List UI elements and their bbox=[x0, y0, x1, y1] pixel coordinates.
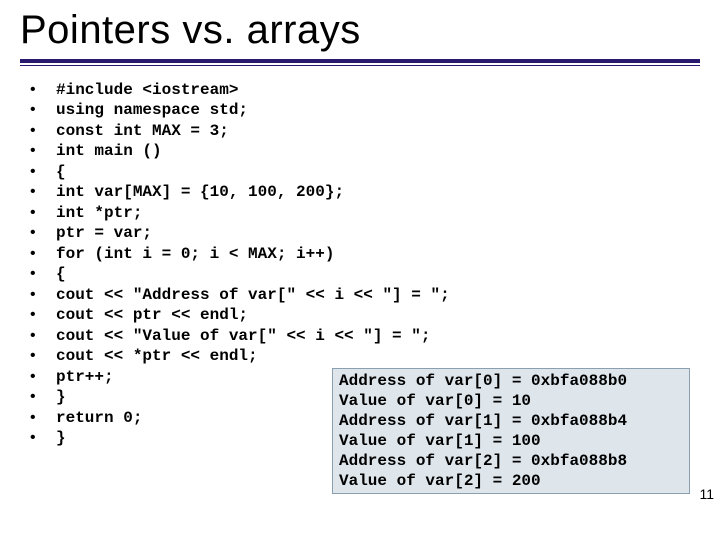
bullet-icon: • bbox=[30, 223, 56, 243]
slide-title: Pointers vs. arrays bbox=[20, 8, 700, 53]
code-row: •cout << "Value of var[" << i << "] = "; bbox=[30, 326, 690, 346]
bullet-icon: • bbox=[30, 100, 56, 120]
bullet-icon: • bbox=[30, 182, 56, 202]
bullet-icon: • bbox=[30, 162, 56, 182]
bullet-icon: • bbox=[30, 408, 56, 428]
bullet-icon: • bbox=[30, 203, 56, 223]
bullet-icon: • bbox=[30, 244, 56, 264]
output-line: Value of var[2] = 200 bbox=[339, 471, 683, 491]
page-number: 11 bbox=[699, 486, 714, 502]
code-row: •int *ptr; bbox=[30, 203, 690, 223]
code-row: •#include <iostream> bbox=[30, 80, 690, 100]
bullet-icon: • bbox=[30, 285, 56, 305]
code-text: ptr++; bbox=[56, 367, 114, 387]
code-text: return 0; bbox=[56, 408, 142, 428]
code-text: } bbox=[56, 428, 66, 448]
code-text: cout << *ptr << endl; bbox=[56, 346, 258, 366]
code-text: { bbox=[56, 264, 66, 284]
code-text: int *ptr; bbox=[56, 203, 142, 223]
bullet-icon: • bbox=[30, 326, 56, 346]
code-text: int var[MAX] = {10, 100, 200}; bbox=[56, 182, 344, 202]
bullet-icon: • bbox=[30, 367, 56, 387]
title-underline-thick bbox=[20, 59, 700, 63]
bullet-icon: • bbox=[30, 80, 56, 100]
code-row: •{ bbox=[30, 162, 690, 182]
code-row: •int var[MAX] = {10, 100, 200}; bbox=[30, 182, 690, 202]
code-row: •{ bbox=[30, 264, 690, 284]
code-text: for (int i = 0; i < MAX; i++) bbox=[56, 244, 334, 264]
code-text: #include <iostream> bbox=[56, 80, 238, 100]
code-row: •cout << "Address of var[" << i << "] = … bbox=[30, 285, 690, 305]
code-text: cout << "Value of var[" << i << "] = "; bbox=[56, 326, 430, 346]
bullet-icon: • bbox=[30, 141, 56, 161]
output-line: Address of var[2] = 0xbfa088b8 bbox=[339, 451, 683, 471]
code-text: { bbox=[56, 162, 66, 182]
bullet-icon: • bbox=[30, 305, 56, 325]
output-line: Value of var[1] = 100 bbox=[339, 431, 683, 451]
title-wrap: Pointers vs. arrays bbox=[0, 0, 720, 53]
code-row: •int main () bbox=[30, 141, 690, 161]
bullet-icon: • bbox=[30, 121, 56, 141]
code-row: •using namespace std; bbox=[30, 100, 690, 120]
output-line: Value of var[0] = 10 bbox=[339, 391, 683, 411]
code-text: } bbox=[56, 387, 66, 407]
output-line: Address of var[0] = 0xbfa088b0 bbox=[339, 371, 683, 391]
code-text: const int MAX = 3; bbox=[56, 121, 229, 141]
code-row: •const int MAX = 3; bbox=[30, 121, 690, 141]
output-list: Address of var[0] = 0xbfa088b0Value of v… bbox=[339, 371, 683, 491]
code-text: int main () bbox=[56, 141, 162, 161]
bullet-icon: • bbox=[30, 428, 56, 448]
code-text: cout << "Address of var[" << i << "] = "… bbox=[56, 285, 450, 305]
code-text: using namespace std; bbox=[56, 100, 248, 120]
bullet-icon: • bbox=[30, 387, 56, 407]
bullet-icon: • bbox=[30, 264, 56, 284]
code-row: •ptr = var; bbox=[30, 223, 690, 243]
bullet-icon: • bbox=[30, 346, 56, 366]
code-text: cout << ptr << endl; bbox=[56, 305, 248, 325]
code-row: •for (int i = 0; i < MAX; i++) bbox=[30, 244, 690, 264]
code-row: •cout << ptr << endl; bbox=[30, 305, 690, 325]
code-text: ptr = var; bbox=[56, 223, 152, 243]
output-box: Address of var[0] = 0xbfa088b0Value of v… bbox=[332, 368, 690, 494]
code-row: •cout << *ptr << endl; bbox=[30, 346, 690, 366]
output-line: Address of var[1] = 0xbfa088b4 bbox=[339, 411, 683, 431]
